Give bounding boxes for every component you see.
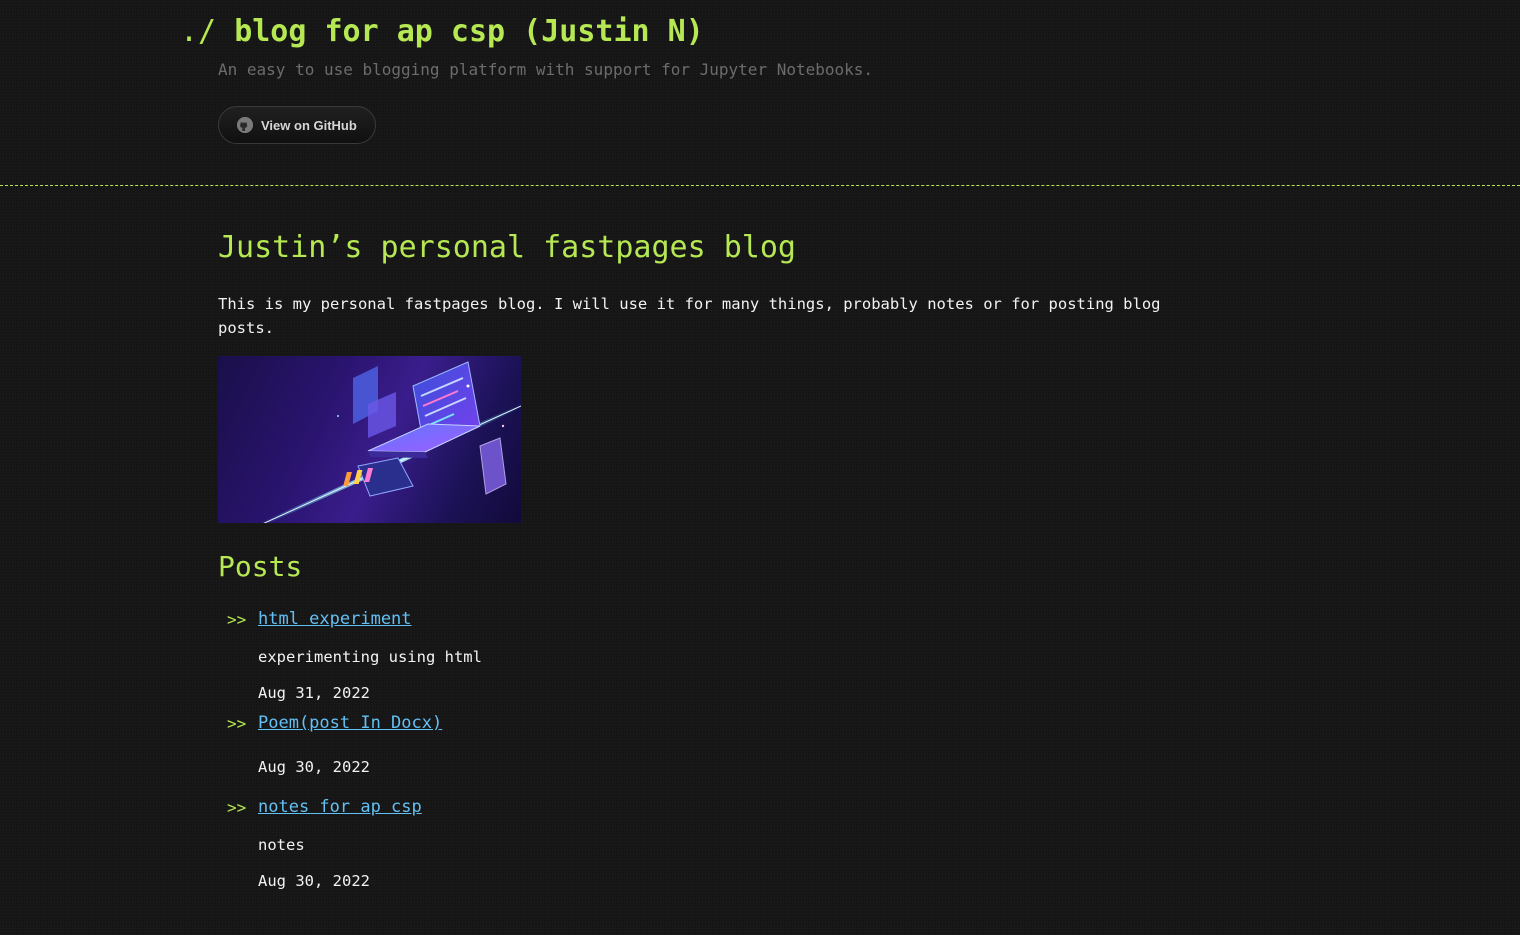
posts-heading: Posts (218, 550, 303, 583)
laptop-illustration-icon (259, 361, 521, 523)
post-link[interactable]: notes for ap csp (258, 797, 422, 817)
post-description: notes (258, 836, 305, 854)
hero-image (218, 356, 521, 523)
post-title-row: >> html experiment (218, 606, 482, 636)
post-link[interactable]: Poem(post In Docx) (258, 713, 442, 733)
site-title-text[interactable]: blog for ap csp (Justin N) (234, 14, 704, 49)
site-tagline: An easy to use blogging platform with su… (218, 60, 874, 79)
post-date: Aug 31, 2022 (258, 684, 370, 702)
post-title-row: >> notes for ap csp (218, 794, 482, 824)
post-bullet: >> (227, 610, 247, 629)
post-bullet: >> (227, 714, 247, 733)
post-date: Aug 30, 2022 (258, 872, 370, 890)
github-button-label: View on GitHub (261, 117, 357, 133)
github-icon (237, 117, 253, 133)
post-bullet: >> (227, 798, 247, 817)
title-prompt: ./ (180, 14, 217, 49)
post-item: >> Poem(post In Docx) Aug 30, 2022 (218, 710, 482, 782)
site-title[interactable]: ./ blog for ap csp (Justin N) (180, 14, 704, 49)
post-description: experimenting using html (258, 648, 482, 666)
site-header: ./ blog for ap csp (Justin N) An easy to… (0, 0, 1520, 186)
post-item: >> html experiment experimenting using h… (218, 606, 482, 708)
post-item: >> notes for ap csp notes Aug 30, 2022 (218, 794, 482, 896)
post-date: Aug 30, 2022 (258, 758, 370, 776)
intro-paragraph: This is my personal fastpages blog. I wi… (218, 295, 1161, 337)
post-link[interactable]: html experiment (258, 609, 412, 629)
post-list: >> html experiment experimenting using h… (218, 606, 482, 896)
view-on-github-button[interactable]: View on GitHub (218, 106, 376, 144)
post-title-row: >> Poem(post In Docx) (218, 710, 482, 740)
page-title: Justin’s personal fastpages blog (218, 230, 796, 265)
